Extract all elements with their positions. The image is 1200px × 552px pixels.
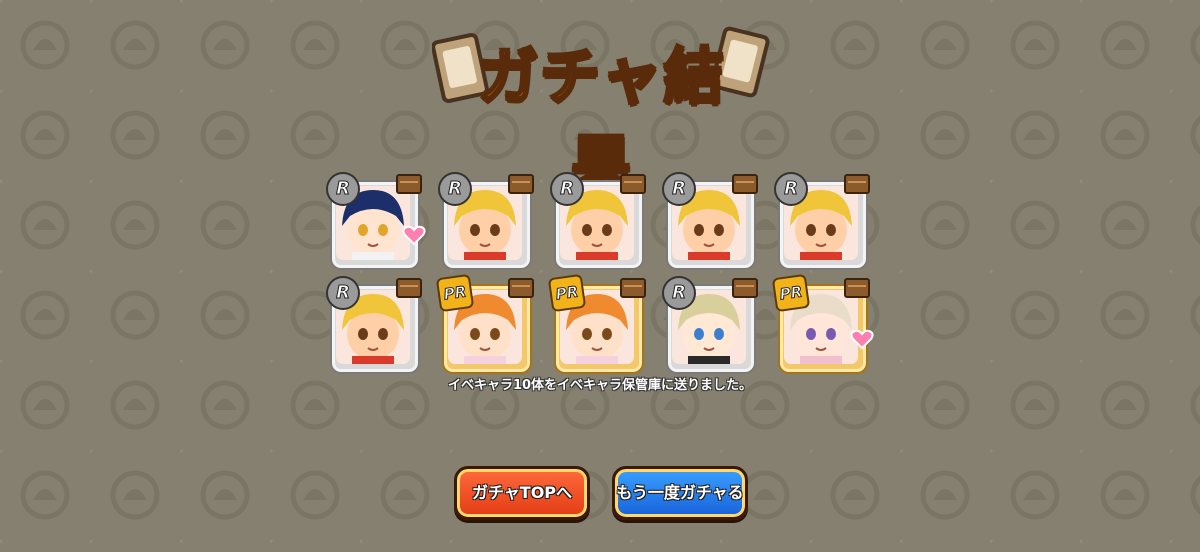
storage-box-icon (620, 174, 646, 194)
result-card[interactable]: R (438, 172, 534, 270)
result-card[interactable]: R (662, 276, 758, 374)
storage-box-icon (396, 174, 422, 194)
result-card[interactable]: R (326, 276, 422, 374)
storage-box-icon (396, 278, 422, 298)
rarity-badge: R (326, 276, 360, 310)
rarity-badge: PR (771, 273, 811, 313)
rarity-badge: PR (435, 273, 475, 313)
storage-box-icon (844, 174, 870, 194)
rarity-badge: R (550, 172, 584, 206)
storage-box-icon (732, 174, 758, 194)
result-card[interactable]: R (326, 172, 426, 270)
result-card[interactable]: R (550, 172, 646, 270)
result-message: イベキャラ10体をイベキャラ保管庫に送りました。 (447, 378, 753, 393)
rarity-badge: R (438, 172, 472, 206)
storage-box-icon (620, 278, 646, 298)
gacha-top-button[interactable]: ガチャTOPへ (454, 466, 590, 520)
rarity-badge: R (774, 172, 808, 206)
rarity-badge: R (326, 172, 360, 206)
rarity-badge: PR (547, 273, 587, 313)
rarity-badge: R (662, 172, 696, 206)
result-card[interactable]: PR (435, 273, 534, 374)
heart-icon (850, 328, 874, 350)
storage-box-icon (732, 278, 758, 298)
storage-box-icon (508, 174, 534, 194)
heart-icon (402, 224, 426, 246)
result-card[interactable]: R (774, 172, 870, 270)
rarity-badge: R (662, 276, 696, 310)
storage-box-icon (844, 278, 870, 298)
result-card[interactable]: R (662, 172, 758, 270)
result-card[interactable]: PR (771, 273, 874, 374)
title-banner: ガチャ結果 (432, 18, 772, 201)
result-card[interactable]: PR (547, 273, 646, 374)
storage-box-icon (508, 278, 534, 298)
retry-gacha-button[interactable]: もう一度ガチャる (612, 466, 748, 520)
